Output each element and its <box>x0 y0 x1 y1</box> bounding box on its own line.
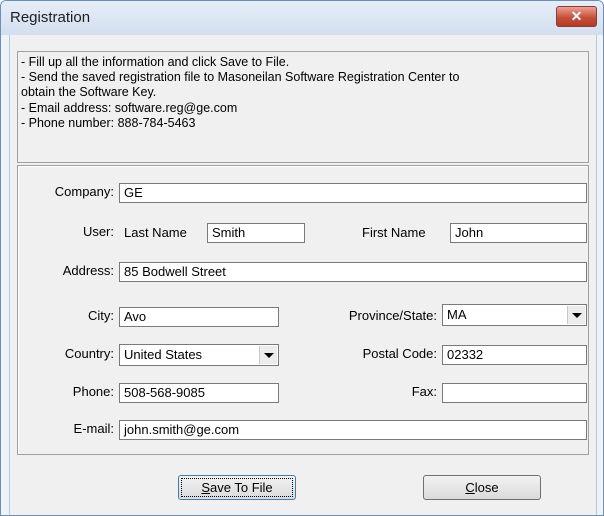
email-field[interactable]: john.smith@ge.com <box>119 420 587 440</box>
first-name-label: First Name <box>362 225 426 240</box>
save-label: ave To File <box>210 480 273 495</box>
instruction-line: obtain the Software Key. <box>21 85 157 100</box>
chevron-down-icon[interactable] <box>567 306 585 324</box>
dialog-client-area: - Fill up all the information and click … <box>9 35 597 515</box>
country-dropdown[interactable]: United States <box>119 344 279 366</box>
province-state-label: Province/State: <box>348 308 437 323</box>
address-field[interactable]: 85 Bodwell Street <box>119 262 587 282</box>
chevron-down-icon[interactable] <box>259 346 277 364</box>
province-state-dropdown[interactable]: MA <box>442 304 587 326</box>
city-field[interactable]: Avo <box>119 307 279 327</box>
window-title: Registration <box>10 9 91 26</box>
close-label: lose <box>474 480 499 495</box>
postal-code-field[interactable]: 02332 <box>442 345 587 365</box>
country-label: Country: <box>64 346 114 361</box>
postal-code-label: Postal Code: <box>362 346 437 361</box>
last-name-label: Last Name <box>124 225 187 240</box>
phone-field[interactable]: 508-568-9085 <box>119 383 279 403</box>
close-button[interactable]: Close <box>423 475 541 500</box>
registration-dialog: Registration ✕ - Fill up all the informa… <box>0 0 604 516</box>
instruction-line: - Email address: software.reg@ge.com <box>21 100 238 115</box>
email-label: E-mail: <box>73 421 114 436</box>
phone-label: Phone: <box>72 384 114 399</box>
instructions-box: - Fill up all the information and click … <box>17 51 589 163</box>
last-name-field[interactable]: Smith <box>207 223 305 243</box>
save-to-file-button[interactable]: Save To File <box>178 475 296 500</box>
first-name-field[interactable]: John <box>450 223 587 243</box>
close-window-button[interactable]: ✕ <box>556 6 597 27</box>
city-label: City: <box>88 308 114 323</box>
fax-field[interactable] <box>442 383 587 403</box>
fax-label: Fax: <box>411 384 437 399</box>
province-state-value: MA <box>447 307 467 322</box>
close-mnemonic: C <box>465 480 475 495</box>
close-icon: ✕ <box>570 8 583 24</box>
instruction-line: - Fill up all the information and click … <box>21 55 290 69</box>
address-label: Address: <box>62 263 114 278</box>
instruction-line: - Send the saved registration file to Ma… <box>21 70 460 85</box>
company-field[interactable]: GE <box>119 183 587 203</box>
company-label: Company: <box>54 184 114 199</box>
user-label: User: <box>82 224 114 239</box>
instruction-line: - Phone number: 888-784-5463 <box>21 115 196 130</box>
country-value: United States <box>124 347 203 362</box>
title-bar[interactable]: Registration ✕ <box>1 1 603 35</box>
registration-form: Company: GE User: Last Name Smith First … <box>17 165 589 455</box>
save-mnemonic: S <box>201 480 211 495</box>
